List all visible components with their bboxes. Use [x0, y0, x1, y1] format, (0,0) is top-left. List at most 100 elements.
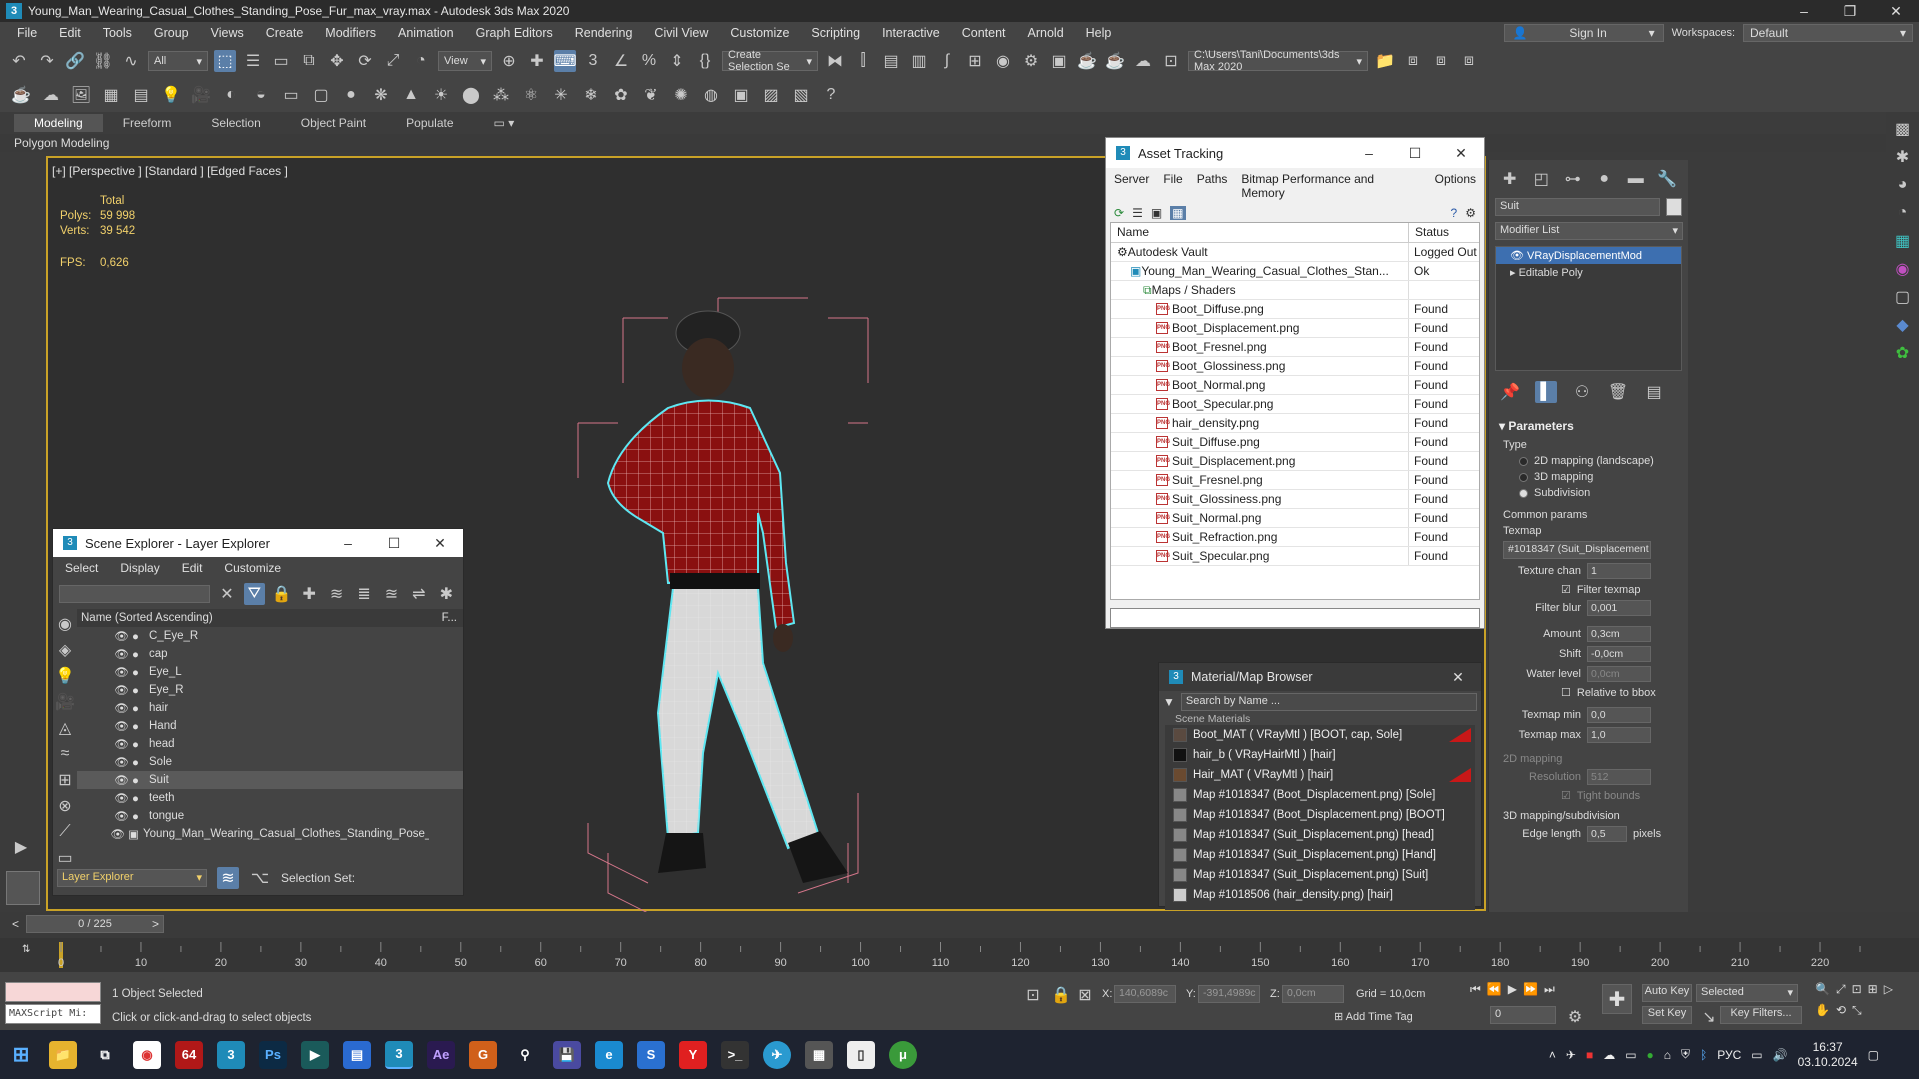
display-geometry-icon[interactable]: ◉ [54, 613, 76, 635]
menu-file[interactable]: File [6, 26, 48, 40]
mirror-icon[interactable]: ⧓ [824, 50, 846, 72]
select-manipulate-icon[interactable]: ✚ [526, 50, 548, 72]
type-2d-radio[interactable]: 2D mapping (landscape) [1489, 453, 1688, 469]
file-explorer-icon[interactable]: 📁 [49, 1040, 77, 1069]
menu-tools[interactable]: Tools [92, 26, 143, 40]
search-app-icon[interactable]: ⚲ [511, 1041, 539, 1069]
eye-icon[interactable]: 👁 ● [77, 683, 139, 697]
menu-group[interactable]: Group [143, 26, 200, 40]
type-3d-radio[interactable]: 3D mapping [1489, 469, 1688, 485]
chevron-up-icon[interactable]: ˄ [1549, 1048, 1556, 1062]
box-icon[interactable]: ▢ [310, 84, 332, 106]
mb-search-input[interactable]: Search by Name ... [1180, 693, 1477, 711]
camera-icon[interactable]: 🎥 [190, 84, 212, 106]
table-row[interactable]: PNG Suit_Normal.png Found [1111, 509, 1479, 528]
render-production-icon[interactable]: ☕ [1076, 50, 1098, 72]
move-icon[interactable]: ✥ [326, 50, 348, 72]
notifications-icon[interactable]: ▢ [1868, 1048, 1879, 1062]
set-key-button[interactable]: Set Key [1642, 1006, 1692, 1024]
torrent-tray-icon[interactable]: ● [1647, 1048, 1654, 1062]
ball-icon[interactable]: ⬤ [460, 84, 482, 106]
list-item[interactable]: Map #1018506 (hair_density.png) [hair] [1165, 885, 1475, 905]
display-xrefs-icon[interactable]: ⊗ [54, 795, 76, 817]
menu-interactive[interactable]: Interactive [871, 26, 951, 40]
texmap-button[interactable]: #1018347 (Suit_Displacement [1503, 541, 1651, 559]
list-item[interactable]: 👁 ● Eye_R [77, 681, 463, 699]
menu-arnold[interactable]: Arnold [1017, 26, 1075, 40]
motion-tab-icon[interactable]: ● [1594, 168, 1616, 190]
bind-spacewarp-icon[interactable]: ∿ [120, 50, 142, 72]
table-row[interactable]: PNG Boot_Glossiness.png Found [1111, 357, 1479, 376]
network-tray-icon[interactable]: ⌂ [1664, 1048, 1671, 1062]
telegram-icon[interactable]: ✈ [763, 1040, 791, 1069]
texmap-max-spinner[interactable]: 1,0 [1587, 727, 1651, 743]
list-item-selected[interactable]: 👁 ● Suit [77, 771, 463, 789]
modifier-editable-poly[interactable]: ▸ Editable Poly [1496, 264, 1681, 281]
texmap-min-spinner[interactable]: 0,0 [1587, 707, 1651, 723]
show-end-result-icon[interactable]: ▌ [1535, 381, 1557, 403]
image-icon[interactable]: 🖼 [70, 84, 92, 106]
se-menu-edit[interactable]: Edit [182, 561, 203, 575]
cloud-tray-icon[interactable]: ☁ [1603, 1048, 1615, 1062]
zoom-extents-icon[interactable]: ⊡ [1852, 982, 1862, 997]
chevron-down-icon[interactable]: ▼ [1163, 695, 1175, 709]
shift-spinner[interactable]: -0,0cm [1587, 646, 1651, 662]
at-menu-file[interactable]: File [1163, 172, 1182, 200]
plane-icon[interactable]: ▭ [280, 84, 302, 106]
vray-icon-2[interactable]: ◕ [1892, 174, 1914, 196]
remove-modifier-icon[interactable]: 🗑 [1607, 381, 1629, 403]
se-search-input[interactable] [59, 585, 211, 603]
set-keys-icon[interactable]: ✚ [1602, 984, 1632, 1014]
grid-icon[interactable]: ▦ [100, 84, 122, 106]
time-slider-thumb[interactable]: 0 / 225 [26, 915, 164, 933]
menu-views[interactable]: Views [200, 26, 255, 40]
maximize-button[interactable]: ☐ [371, 535, 417, 552]
modifier-list-select[interactable]: Modifier List ▾ [1495, 222, 1683, 240]
vray-icon-4[interactable]: ▦ [1892, 230, 1914, 252]
goto-end-icon[interactable]: ⏭ [1544, 982, 1555, 997]
list-item[interactable]: Boot_MAT ( VRayMtl ) [BOOT, cap, Sole] [1165, 725, 1475, 745]
particles-icon[interactable]: ⁂ [490, 84, 512, 106]
display-spacewarps-icon[interactable]: ≈ [54, 743, 76, 765]
ribbon-polygon-modeling[interactable]: Polygon Modeling [0, 134, 1919, 152]
lock-icon[interactable]: 🔒 [271, 583, 292, 605]
light-icon[interactable]: 💡 [160, 84, 182, 106]
pivot-center-icon[interactable]: ⊕ [498, 50, 520, 72]
key-mode-icon[interactable]: ↘ [1698, 1006, 1720, 1028]
menu-graph-editors[interactable]: Graph Editors [465, 26, 564, 40]
menu-rendering[interactable]: Rendering [564, 26, 644, 40]
table-row[interactable]: PNG Boot_Specular.png Found [1111, 395, 1479, 414]
zoom-extents-all-icon[interactable]: ⊞ [1868, 982, 1878, 997]
layer-settings-icon[interactable]: ✱ [436, 583, 457, 605]
project-icon-3[interactable]: ⧈ [1430, 50, 1452, 72]
zoom-all-icon[interactable]: ⤢ [1836, 982, 1846, 997]
helper-icon[interactable]: ◐ [220, 84, 242, 106]
table-row[interactable]: PNG Boot_Normal.png Found [1111, 376, 1479, 395]
amount-spinner[interactable]: 0,3cm [1587, 626, 1651, 642]
display-helpers-icon[interactable]: ◬ [54, 717, 76, 739]
yandex-icon[interactable]: Y [679, 1040, 707, 1069]
make-unique-icon[interactable]: ⚇ [1571, 381, 1593, 403]
display-tray-icon[interactable]: ▭ [1625, 1048, 1636, 1062]
z-coordinate-field[interactable]: 0,0cm [1282, 985, 1344, 1003]
menu-modifiers[interactable]: Modifiers [314, 26, 387, 40]
table-row[interactable]: PNG Suit_Fresnel.png Found [1111, 471, 1479, 490]
menu-civil-view[interactable]: Civil View [643, 26, 719, 40]
snaps-toggle-icon[interactable]: 3 [582, 50, 604, 72]
add-time-tag[interactable]: ⊞ Add Time Tag [1334, 1010, 1413, 1023]
maximize-viewport-icon[interactable]: ⤡ [1852, 1003, 1862, 1018]
windows-start-icon[interactable]: ⊞ [7, 1041, 35, 1069]
console-icon[interactable]: >_ [721, 1040, 749, 1069]
document-icon[interactable]: ▯ [847, 1040, 875, 1069]
at-menu-bitmap[interactable]: Bitmap Performance and Memory [1241, 172, 1420, 200]
close-button[interactable]: ✕ [417, 535, 463, 552]
se-menu-display[interactable]: Display [120, 561, 159, 575]
se-col-f[interactable]: F... [442, 612, 457, 624]
rotate-icon[interactable]: ⟳ [354, 50, 376, 72]
next-key-icon[interactable]: ⏩ [1523, 982, 1538, 997]
list-item[interactable]: 👁 ● head [77, 735, 463, 753]
redo-icon[interactable]: ↷ [36, 50, 58, 72]
fur-icon[interactable]: ❋ [370, 84, 392, 106]
render-region-icon[interactable]: ⊡ [1160, 50, 1182, 72]
zoom-icon[interactable]: 🔍 [1815, 982, 1830, 997]
